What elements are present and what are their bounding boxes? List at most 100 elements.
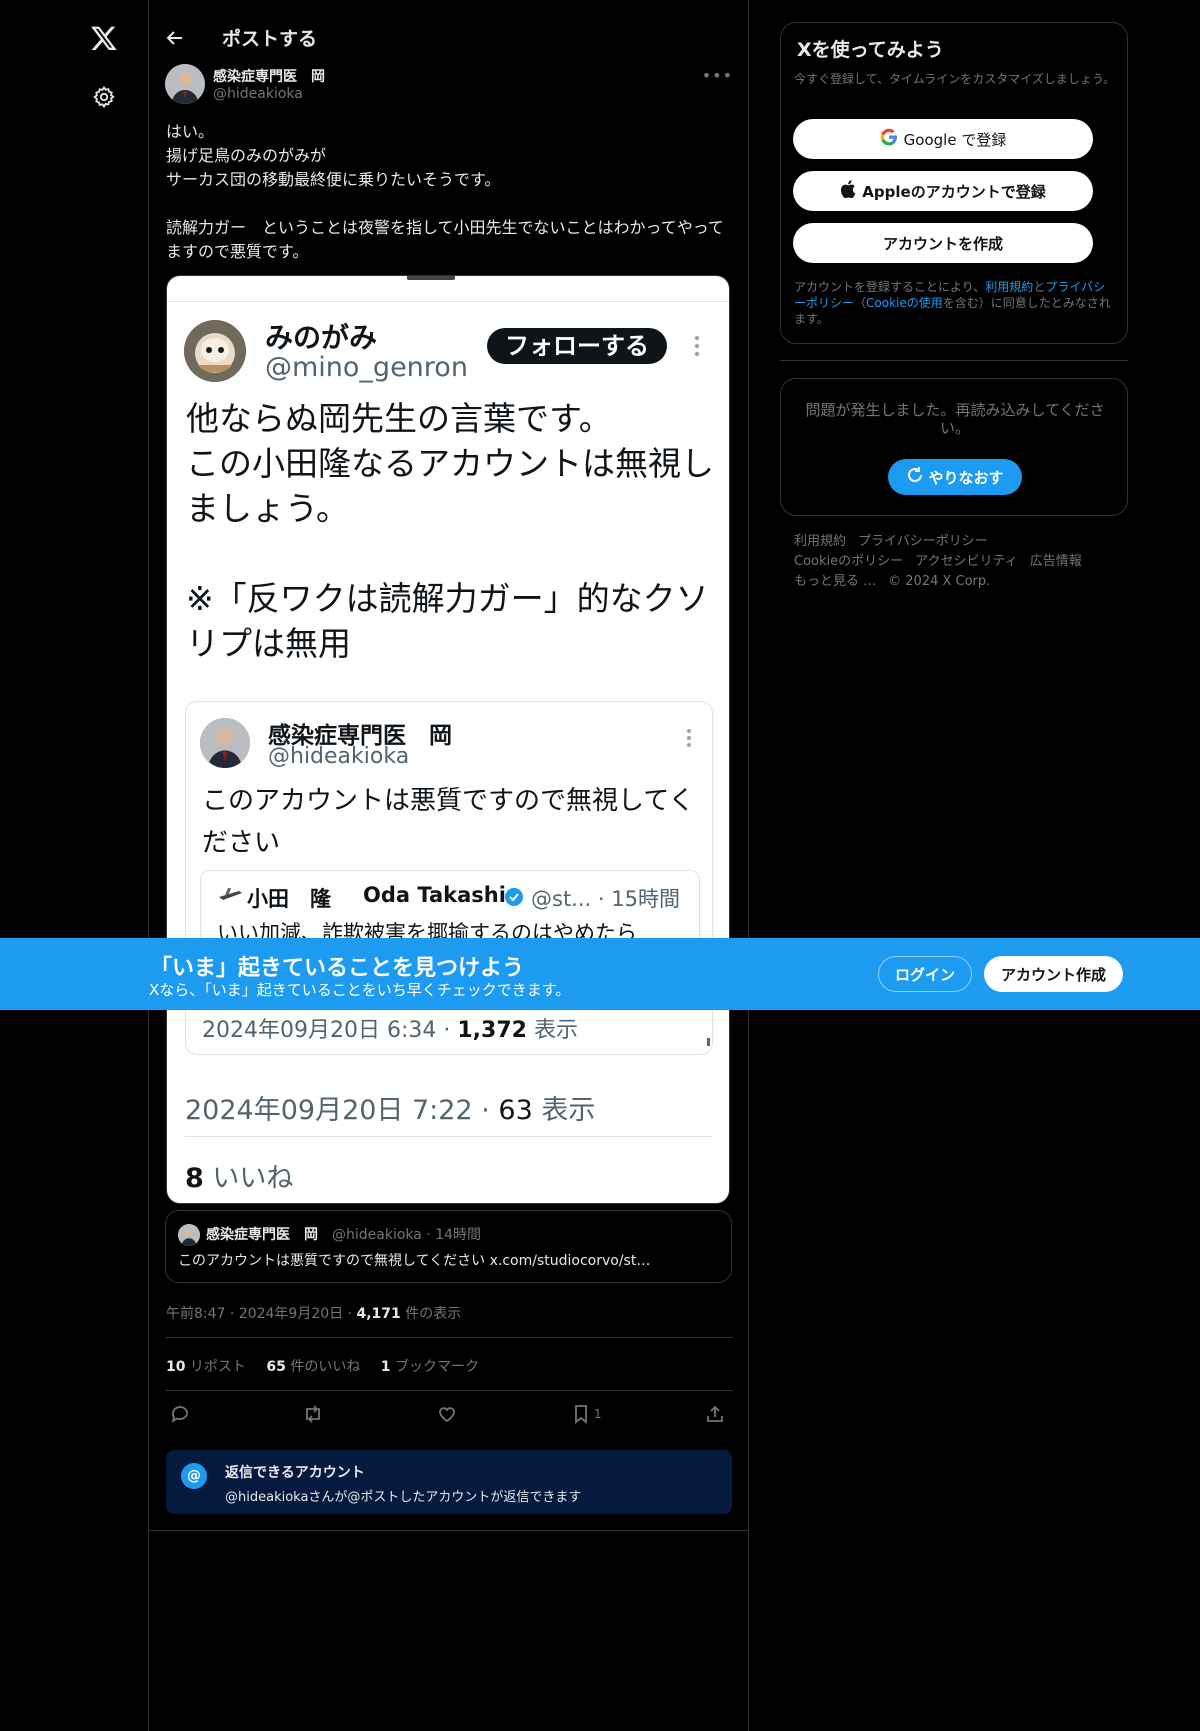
likes-label: 件のいいね xyxy=(285,1359,361,1375)
footer-links: 利用規約 プライバシーポリシー Cookieのポリシー アクセシビリティ 広告情報 も… xyxy=(794,532,1116,592)
footer-link-more[interactable]: もっと見る … xyxy=(794,574,876,589)
at-icon: @ xyxy=(181,1463,207,1489)
divider xyxy=(149,1530,749,1531)
bookmark-count: 1 xyxy=(594,1407,602,1421)
screenshot-quote-date: 2024年09月20日 6:34 · xyxy=(202,1018,458,1043)
reposts-label: リポスト xyxy=(185,1359,246,1375)
google-icon xyxy=(880,128,898,150)
quoted-author-handle: @hideakioka · 14時間 xyxy=(332,1227,482,1243)
banner-title: 「いま」起きていることを見つけよう xyxy=(150,956,525,981)
top-bar: ポストする xyxy=(149,18,749,58)
screenshot-likes-label: いいね xyxy=(203,1163,294,1194)
back-arrow-icon[interactable] xyxy=(165,28,185,48)
timestamp-text[interactable]: 午前8:47 · 2024年9月20日 · xyxy=(166,1306,357,1322)
quoted-author-name: 感染症専門医 岡 xyxy=(206,1227,318,1243)
reply-restriction-box: @ 返信できるアカウント @hideakiokaさんが@ポストしたアカウントが返… xyxy=(166,1450,732,1514)
post-header: 感染症専門医 岡 @hideakioka ••• xyxy=(165,64,733,108)
gear-icon[interactable] xyxy=(86,79,122,115)
error-card: 問題が発生しました。再読み込みしてください。 やりなおす xyxy=(780,378,1128,516)
main-column: ポストする 感染症専門医 岡 @hideakioka ••• はい。 揚げ足鳥の… xyxy=(149,0,749,1731)
cookie-link[interactable]: Cookieの使用 xyxy=(866,296,943,310)
screenshot-quote-more-icon xyxy=(686,728,692,748)
screenshot-inner-name: 小田 隆 xyxy=(247,887,331,911)
screenshot-quote-handle: @hideakioka xyxy=(268,744,410,769)
banner-subtitle: Xなら、「いま」起きていることをいち早くチェックできます。 xyxy=(149,981,571,999)
screenshot-author-handle: @mino_genron xyxy=(265,352,468,383)
retry-label: やりなおす xyxy=(928,468,1004,487)
reposts-count: 10 xyxy=(166,1359,186,1375)
footer-link-ads[interactable]: 広告情報 xyxy=(1030,554,1082,569)
footer-link-terms[interactable]: 利用規約 xyxy=(794,534,846,549)
create-account-button[interactable]: アカウントを作成 xyxy=(793,223,1093,263)
scroll-mark xyxy=(707,1038,710,1046)
screenshot-likes-count: 8 xyxy=(185,1163,204,1194)
terms-and: と xyxy=(1033,280,1046,294)
avatar[interactable] xyxy=(165,64,205,104)
divider xyxy=(165,1390,733,1391)
login-banner: 「いま」起きていることを見つけよう Xなら、「いま」起きていることをいち早くチェ… xyxy=(0,938,1200,1010)
bookmark-icon[interactable]: 1 xyxy=(572,1403,612,1425)
quoted-avatar xyxy=(178,1224,200,1246)
screenshot-follow-button: フォローする xyxy=(487,328,667,364)
login-button[interactable]: ログイン xyxy=(878,956,972,992)
apple-signup-label: Appleのアカウントで登録 xyxy=(862,182,1046,201)
footer-link-accessibility[interactable]: アクセシビリティ xyxy=(915,554,1018,569)
screenshot-likes: 8 いいね xyxy=(185,1156,293,1195)
x-logo-icon[interactable] xyxy=(86,20,122,56)
screenshot-author-name: みのがみ xyxy=(265,321,378,354)
signup-card: Xを使ってみよう 今すぐ登録して、タイムラインをカスタマイズしましょう。 Goo… xyxy=(780,22,1128,344)
page-title: ポストする xyxy=(222,28,318,50)
terms-link[interactable]: 利用規約 xyxy=(985,280,1033,294)
likes-count: 65 xyxy=(266,1359,286,1375)
share-icon[interactable] xyxy=(705,1403,729,1425)
author-handle[interactable]: @hideakioka xyxy=(213,86,303,102)
apple-signup-button[interactable]: Appleのアカウントで登録 xyxy=(793,171,1093,211)
google-signup-button[interactable]: Google で登録 xyxy=(793,119,1093,159)
retry-button[interactable]: やりなおす xyxy=(888,459,1022,495)
screenshot-more-icon xyxy=(694,334,700,358)
reply-restriction-desc: @hideakiokaさんが@ポストしたアカウントが返信できます xyxy=(225,1490,582,1505)
error-message: 問題が発生しました。再読み込みしてください。 xyxy=(805,401,1105,437)
footer-link-privacy[interactable]: プライバシーポリシー xyxy=(858,534,988,549)
signup-button[interactable]: アカウント作成 xyxy=(984,956,1123,992)
signup-terms: アカウントを登録することにより、利用規約とプライバシーポリシー（Cookieの使… xyxy=(794,279,1116,327)
like-icon[interactable] xyxy=(437,1403,461,1425)
action-bar: 1 xyxy=(165,1399,733,1429)
bookmarks-label: ブックマーク xyxy=(390,1359,479,1375)
divider xyxy=(165,1337,733,1338)
quoted-text: このアカウントは悪質ですので無視してください x.com/studiocorvo… xyxy=(178,1253,651,1269)
terms-prefix: アカウントを登録することにより、 xyxy=(794,280,986,294)
screenshot-inner-name-latin: Oda Takashi xyxy=(363,883,506,907)
screenshot-post-date: 2024年09月20日 7:22 · xyxy=(185,1095,499,1126)
owl-avatar xyxy=(184,320,246,382)
create-account-label: アカウントを作成 xyxy=(882,234,1003,253)
google-signup-label: Google で登録 xyxy=(903,130,1007,149)
screenshot-inner-handle: @st... · 15時間 xyxy=(531,887,680,911)
bookmarks-count: 1 xyxy=(380,1359,391,1375)
footer-link-cookie[interactable]: Cookieのポリシー xyxy=(794,554,903,569)
screenshot-quote-views: 1,372 xyxy=(457,1018,527,1043)
screenshot-post-views-unit: 表示 xyxy=(532,1095,596,1126)
more-icon[interactable]: ••• xyxy=(702,66,733,85)
right-column: Xを使ってみよう 今すぐ登録して、タイムラインをカスタマイズしましょう。 Goo… xyxy=(780,0,1128,1731)
signup-title: Xを使ってみよう xyxy=(797,39,944,61)
post-text: はい。 揚げ足鳥のみのがみが サーカス団の移動最終便に乗りたいそうです。 読解力… xyxy=(166,122,724,261)
screenshot-quote-meta: 2024年09月20日 6:34 · 1,372 表示 xyxy=(202,1012,578,1044)
post-media-image[interactable]: みのがみ @mino_genron フォローする 他ならぬ岡先生の言葉です。 こ… xyxy=(166,275,730,1204)
post-timestamp: 午前8:47 · 2024年9月20日 · 4,171 件の表示 xyxy=(166,1303,461,1323)
signup-subtitle: 今すぐ登録して、タイムラインをカスタマイズしましょう。 xyxy=(794,72,1116,86)
author-name[interactable]: 感染症専門医 岡 xyxy=(213,66,325,86)
repost-icon[interactable] xyxy=(302,1403,326,1425)
views-label: 件の表示 xyxy=(400,1306,462,1322)
screenshot-quote-text: このアカウントは悪質ですので無視してください xyxy=(202,786,695,858)
reply-icon[interactable] xyxy=(170,1403,194,1425)
reposts-stat[interactable]: 10 リポスト xyxy=(166,1359,246,1375)
left-sidebar xyxy=(0,0,149,1731)
screenshot-post-text: 他ならぬ岡先生の言葉です。 この小田隆なるアカウントは無視しましょう。 ※「反ワ… xyxy=(186,399,714,663)
reply-restriction-title: 返信できるアカウント xyxy=(225,1465,365,1481)
screenshot-divider xyxy=(185,1136,713,1137)
likes-stat[interactable]: 65 件のいいね xyxy=(266,1359,360,1375)
media-crop-edge xyxy=(167,276,729,302)
verified-icon xyxy=(504,887,524,907)
quoted-post[interactable]: 感染症専門医 岡 @hideakioka · 14時間 このアカウントは悪質です… xyxy=(165,1210,732,1283)
